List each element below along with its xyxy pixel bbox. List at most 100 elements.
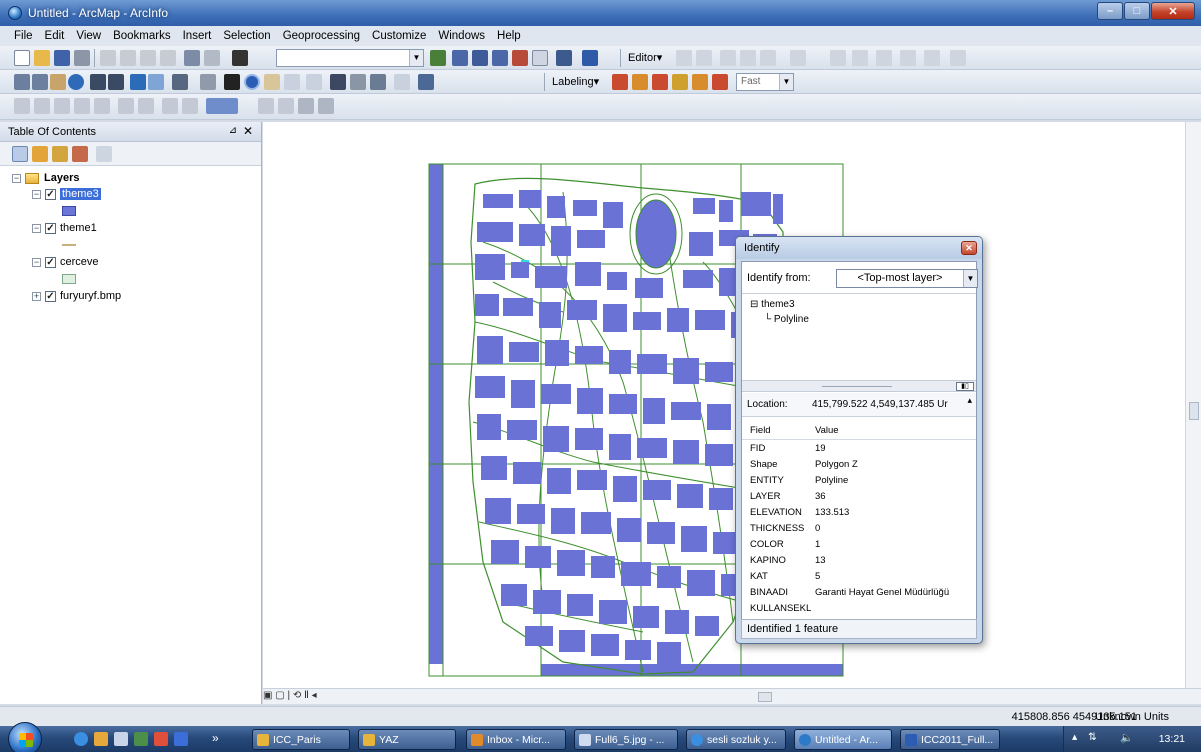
zoom-out-icon[interactable]	[32, 74, 48, 90]
menu-geoprocessing[interactable]: Geoprocessing	[283, 30, 360, 42]
open-folder-icon[interactable]	[34, 50, 50, 66]
search-window-icon[interactable]	[492, 50, 508, 66]
attribute-row[interactable]: COLOR 1	[742, 536, 976, 552]
attribute-row[interactable]: BINAADI Garanti Hayat Genel Müdürlüğü	[742, 584, 976, 600]
menu-insert[interactable]: Insert	[183, 30, 212, 42]
list-by-visibility-icon[interactable]	[52, 146, 68, 162]
editor-toolbar-icon[interactable]	[430, 50, 446, 66]
editing-options-icon[interactable]	[924, 50, 940, 66]
layer-theme3[interactable]: − ✓ theme3	[32, 188, 101, 200]
taskbar-item[interactable]: Full6_5.jpg - ...	[574, 729, 678, 750]
tree-node-layer[interactable]: ⊟ theme3	[750, 299, 795, 310]
taskbar-item[interactable]: YAZ	[358, 729, 456, 750]
more-quicklaunch-icon[interactable]: »	[212, 731, 219, 745]
cut-icon[interactable]	[100, 50, 116, 66]
copy-icon[interactable]	[120, 50, 136, 66]
arcmap-app-icon[interactable]	[8, 6, 22, 20]
line-symbol-swatch[interactable]	[62, 244, 76, 246]
pause-labeling-icon[interactable]	[672, 74, 688, 90]
menu-selection[interactable]: Selection	[223, 30, 270, 42]
print-icon[interactable]	[74, 50, 90, 66]
splitter-grip[interactable]	[822, 386, 892, 387]
straight-segment-icon[interactable]	[720, 50, 736, 66]
whats-this-icon[interactable]	[582, 50, 598, 66]
attribute-row[interactable]: FID 19	[742, 440, 976, 456]
layer-cerceve[interactable]: − ✓ cerceve	[32, 256, 99, 268]
expand-icon[interactable]: +	[32, 291, 41, 301]
menu-file[interactable]: File	[14, 30, 33, 42]
collapse-icon[interactable]: −	[32, 189, 41, 199]
map-scale-combo[interactable]: ▼	[276, 49, 424, 67]
attributes-icon[interactable]	[852, 50, 868, 66]
close-button[interactable]: ✕	[1151, 2, 1195, 20]
menu-windows[interactable]: Windows	[438, 30, 485, 42]
split-tool-icon[interactable]	[790, 50, 806, 66]
collapse-icon[interactable]: −	[32, 223, 41, 233]
find-route-icon[interactable]	[350, 74, 366, 90]
save-icon[interactable]	[54, 50, 70, 66]
map-display[interactable]	[263, 122, 1185, 688]
layer-visibility-checkbox[interactable]: ✓	[45, 290, 56, 302]
taskbar-item-active[interactable]: Untitled - Ar...	[794, 729, 892, 750]
point-icon[interactable]	[760, 50, 776, 66]
editor-menu[interactable]: Editor▾	[628, 51, 662, 64]
attribute-row[interactable]: KAPINO 13	[742, 552, 976, 568]
label-weight-icon[interactable]	[712, 74, 728, 90]
identify-icon[interactable]	[244, 74, 260, 90]
minimize-button[interactable]: –	[1097, 2, 1123, 20]
tree-node-feature[interactable]: └ Polyline	[764, 314, 809, 325]
taskbar-item[interactable]: ICC_Paris	[252, 729, 350, 750]
view-mode-toggle[interactable]: ▮▯	[956, 382, 974, 391]
select-features-icon[interactable]	[172, 74, 188, 90]
scroll-thumb[interactable]	[1189, 402, 1199, 420]
app-quicklaunch-icon[interactable]	[134, 732, 148, 746]
create-viewer-icon[interactable]	[418, 74, 434, 90]
polygon-symbol-swatch[interactable]	[62, 274, 76, 284]
clock[interactable]: 13:21	[1159, 733, 1185, 745]
menu-help[interactable]: Help	[497, 30, 521, 42]
label-manager-icon[interactable]	[612, 74, 628, 90]
attribute-row[interactable]: LAYER 36	[742, 488, 976, 504]
tray-expand-icon[interactable]: ▴	[1072, 731, 1077, 743]
trace-icon[interactable]	[740, 50, 756, 66]
pin-icon[interactable]: ⊿	[229, 125, 237, 136]
menu-edit[interactable]: Edit	[45, 30, 65, 42]
attribute-row[interactable]: KULLANSEKL	[742, 600, 976, 616]
pan-hand-icon[interactable]	[50, 74, 66, 90]
list-by-selection-icon[interactable]	[72, 146, 88, 162]
python-window-icon[interactable]	[532, 50, 548, 66]
volume-icon[interactable]: 🔈	[1120, 731, 1133, 744]
attribute-row[interactable]: THICKNESS 0	[742, 520, 976, 536]
layer-furyuryf-bmp[interactable]: + ✓ furyuryf.bmp	[32, 290, 121, 302]
editor-options-icon[interactable]	[950, 50, 966, 66]
model-builder-icon[interactable]	[556, 50, 572, 66]
attribute-row[interactable]: ENTITY Polyline	[742, 472, 976, 488]
add-data-icon[interactable]	[232, 50, 248, 66]
view-unplaced-labels-icon[interactable]	[692, 74, 708, 90]
new-document-icon[interactable]	[14, 50, 30, 66]
layer-name[interactable]: furyuryf.bmp	[60, 290, 121, 302]
scroll-thumb[interactable]	[758, 692, 772, 702]
view-toggle-buttons[interactable]: ▣ ▢ | ⟲ Ⅱ ◂	[263, 690, 317, 701]
taskbar-item[interactable]: Inbox - Micr...	[466, 729, 566, 750]
maximize-button[interactable]: □	[1124, 2, 1150, 20]
go-forward-arrow-icon[interactable]	[148, 74, 164, 90]
arctoolbox-icon[interactable]	[512, 50, 528, 66]
toc-options-icon[interactable]	[96, 146, 112, 162]
table-of-contents-icon[interactable]	[452, 50, 468, 66]
chevron-down-icon[interactable]: ▼	[963, 270, 977, 287]
layer-name[interactable]: theme1	[60, 222, 97, 234]
close-panel-icon[interactable]: ✕	[243, 124, 253, 138]
attribute-row[interactable]: KAT 5	[742, 568, 976, 584]
go-to-xy-icon[interactable]	[370, 74, 386, 90]
app2-quicklaunch-icon[interactable]	[174, 732, 188, 746]
collapse-icon[interactable]: −	[12, 173, 21, 183]
hyperlink-icon[interactable]	[264, 74, 280, 90]
find-binoculars-icon[interactable]	[330, 74, 346, 90]
measure-icon[interactable]	[306, 74, 322, 90]
label-priority-icon[interactable]	[632, 74, 648, 90]
menu-bookmarks[interactable]: Bookmarks	[113, 30, 171, 42]
fixed-zoom-in-icon[interactable]	[90, 74, 106, 90]
edit-tool-icon[interactable]	[676, 50, 692, 66]
identify-from-dropdown[interactable]: <Top-most layer> ▼	[836, 269, 978, 288]
